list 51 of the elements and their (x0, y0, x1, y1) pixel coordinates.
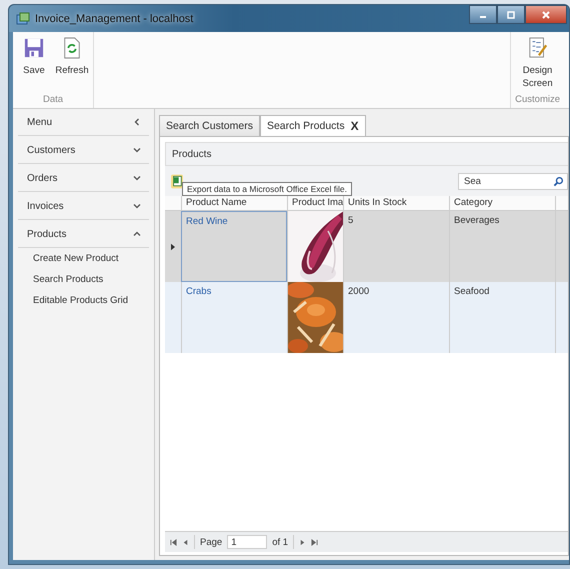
table-row[interactable]: Red Wine 5 Beverages (165, 211, 568, 282)
menu-title: Menu (27, 116, 52, 128)
page-label: Page (200, 536, 222, 548)
minimize-icon (480, 16, 486, 18)
refresh-icon (62, 36, 82, 60)
maximize-icon (506, 10, 516, 20)
menu-group[interactable]: Customers (18, 137, 149, 164)
save-button[interactable]: Save (17, 36, 51, 94)
row-indicator-icon (171, 242, 175, 250)
menu-item[interactable]: Editable Products Grid (18, 290, 149, 311)
previous-page-icon[interactable] (182, 538, 189, 546)
table-cell: Beverages (454, 215, 500, 226)
page-number-field[interactable]: 1 (227, 535, 268, 549)
table-cell: Seafood (454, 286, 490, 297)
table-cell: 2000 (348, 286, 370, 297)
menu-group[interactable]: Orders (18, 165, 149, 192)
refresh-button[interactable]: Refresh (55, 36, 89, 94)
column-header[interactable]: Units In Stock (343, 196, 449, 210)
first-page-icon[interactable] (170, 538, 177, 546)
column-header[interactable]: Product Ima (287, 196, 343, 210)
tooltip: Export data to a Microsoft Office Excel file. (182, 182, 352, 196)
ribbon-group-label: Customize (515, 94, 560, 107)
page-total: of 1 (272, 536, 288, 548)
product-link[interactable]: Crabs (186, 286, 212, 297)
product-link[interactable]: Red Wine (186, 216, 228, 227)
tab[interactable]: Search Customers (159, 115, 260, 136)
menu-group[interactable]: Invoices (18, 193, 149, 220)
column-header[interactable]: Product Name (181, 196, 287, 210)
window-title: Invoice_Management - localhost (35, 12, 194, 24)
column-header[interactable]: Category (449, 196, 555, 210)
app-icon (16, 12, 30, 26)
tab[interactable]: Search Products X (260, 115, 366, 136)
design-screen-button[interactable]: Design Screen (520, 36, 555, 94)
maximize-button[interactable] (497, 5, 525, 24)
menu-item[interactable]: Search Products (18, 269, 149, 290)
next-page-icon[interactable] (299, 538, 306, 546)
table-row[interactable]: Crabs 2000 Seafood (165, 282, 568, 353)
minimize-button[interactable] (469, 5, 497, 24)
close-button[interactable] (525, 5, 567, 24)
excel-export-icon[interactable] (171, 174, 183, 188)
menu-item[interactable]: Create New Product (18, 248, 149, 269)
ribbon-group-label: Data (42, 94, 64, 107)
panel-title: Products (172, 148, 212, 160)
table-cell: 5 (348, 215, 354, 226)
search-icon[interactable] (553, 176, 564, 186)
checklist-pencil-icon (528, 36, 548, 60)
search-field[interactable]: Sea (458, 172, 568, 190)
last-page-icon[interactable] (311, 538, 318, 546)
close-icon (541, 10, 551, 20)
menu-group[interactable]: Products (18, 221, 149, 248)
collapse-icon[interactable] (133, 118, 141, 126)
